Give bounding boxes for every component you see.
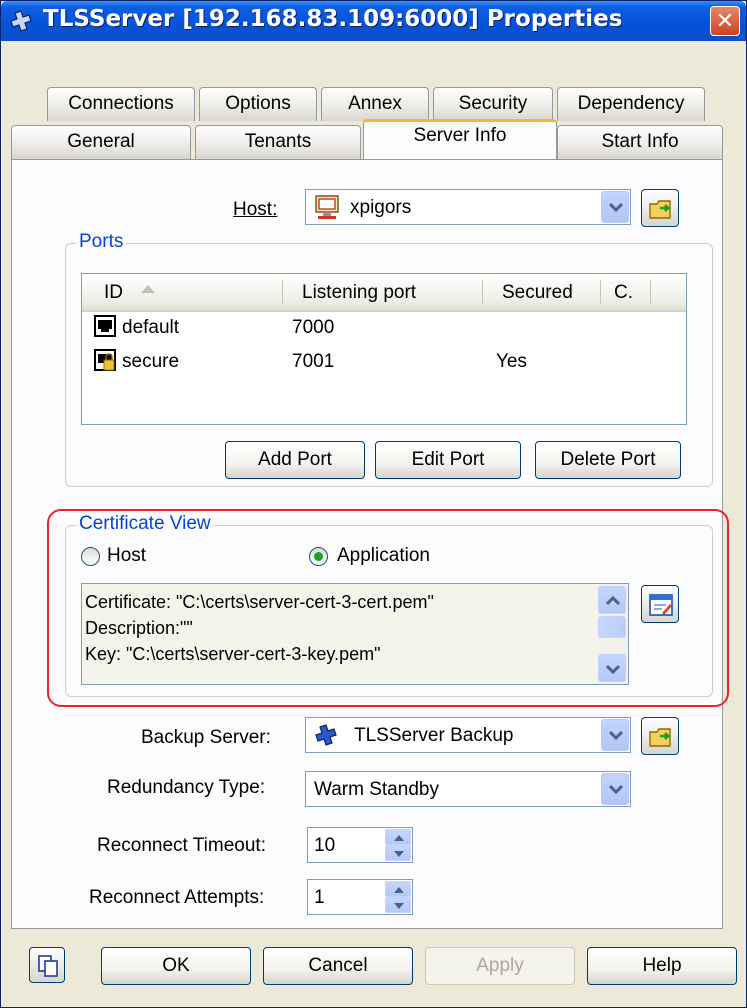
reconnect-attempts-spinner[interactable]: 1 <box>307 879 413 915</box>
port-icon <box>94 315 116 337</box>
redundancy-type-dropdown-button[interactable] <box>601 773 629 805</box>
tab-options[interactable]: Options <box>199 87 317 121</box>
port-number: 7000 <box>292 317 335 338</box>
reconnect-attempts-label: Reconnect Attempts: <box>89 887 265 908</box>
certificate-view-title: Certificate View <box>76 513 214 535</box>
tab-security[interactable]: Security <box>433 87 553 121</box>
folder-icon <box>649 200 672 219</box>
host-browse-button[interactable] <box>641 189 679 227</box>
tab-start-info[interactable]: Start Info <box>557 125 723 159</box>
tab-dependency[interactable]: Dependency <box>557 87 705 121</box>
redundancy-type-label: Redundancy Type: <box>107 777 266 798</box>
port-id: secure <box>122 351 180 372</box>
tab-general[interactable]: General <box>11 125 191 159</box>
host-icon <box>315 195 339 219</box>
reconnect-timeout-spinner[interactable]: 10 <box>307 827 413 863</box>
backup-server-browse-button[interactable] <box>641 717 679 755</box>
column-c[interactable]: C. <box>614 282 633 304</box>
reconnect-attempts-value: 1 <box>314 887 325 908</box>
add-port-button[interactable]: Add Port <box>225 441 365 479</box>
radio-application[interactable] <box>309 547 328 566</box>
close-button[interactable]: ✕ <box>710 6 740 36</box>
edit-port-button[interactable]: Edit Port <box>375 441 521 479</box>
copy-button[interactable] <box>29 947 65 983</box>
reconnect-timeout-increment[interactable] <box>385 829 411 845</box>
reconnect-timeout-value: 10 <box>314 835 336 856</box>
tab-connections[interactable]: Connections <box>47 87 195 121</box>
delete-port-button[interactable]: Delete Port <box>535 441 681 479</box>
backup-server-label: Backup Server: <box>141 727 271 748</box>
column-id[interactable]: ID <box>104 282 123 304</box>
secure-port-icon <box>94 349 116 371</box>
port-number: 7001 <box>292 351 335 372</box>
ports-group-title: Ports <box>76 231 127 253</box>
ports-list-header: ID Listening port Secured C. <box>82 274 686 312</box>
column-separator[interactable] <box>282 280 283 304</box>
certificate-path: Certificate: "C:\certs\server-cert-3-cer… <box>85 592 434 612</box>
host-label-text: Host: <box>233 199 278 220</box>
column-listening-port[interactable]: Listening port <box>302 282 416 304</box>
sort-up-icon <box>141 285 155 293</box>
radio-host[interactable] <box>81 547 100 566</box>
chevron-up-icon <box>394 835 404 841</box>
cancel-button[interactable]: Cancel <box>263 947 413 985</box>
scroll-thumb[interactable] <box>598 616 626 638</box>
host-select[interactable]: xpigors <box>305 189 631 225</box>
table-row[interactable]: secure 7001 Yes <box>82 346 686 380</box>
close-icon: ✕ <box>715 9 735 34</box>
tab-annex[interactable]: Annex <box>321 87 429 121</box>
certificate-scrollbar[interactable] <box>597 585 627 683</box>
redundancy-type-select[interactable]: Warm Standby <box>305 771 631 807</box>
chevron-down-icon <box>394 851 404 857</box>
chevron-down-icon <box>609 784 623 794</box>
host-label: Host: <box>233 199 277 221</box>
port-id: default <box>122 317 180 338</box>
backup-server-dropdown-button[interactable] <box>601 719 629 751</box>
backup-server-select[interactable]: TLSServer Backup <box>305 717 631 753</box>
chevron-down-icon <box>609 730 623 740</box>
edit-certificate-button[interactable] <box>641 585 679 623</box>
column-separator[interactable] <box>600 280 601 304</box>
chevron-down-icon <box>394 903 404 909</box>
help-button[interactable]: Help <box>587 947 737 985</box>
scroll-down-button[interactable] <box>598 654 626 682</box>
server-icon <box>10 10 32 32</box>
redundancy-type-value: Warm Standby <box>314 779 439 800</box>
port-secured: Yes <box>496 351 527 372</box>
properties-dialog: TLSServer [192.168.83.109:6000] Properti… <box>0 0 747 1008</box>
copy-icon <box>38 955 58 977</box>
chevron-up-icon <box>394 887 404 893</box>
window-title: TLSServer [192.168.83.109:6000] Properti… <box>43 6 623 32</box>
radio-host-label[interactable]: Host <box>107 545 146 567</box>
server-icon <box>315 724 337 746</box>
chevron-down-icon <box>609 202 623 212</box>
reconnect-timeout-label: Reconnect Timeout: <box>97 835 266 856</box>
host-value: xpigors <box>350 197 412 218</box>
reconnect-attempts-decrement[interactable] <box>385 897 411 913</box>
folder-icon <box>649 728 672 747</box>
certificate-description: Description:"" <box>85 618 193 638</box>
table-row[interactable]: default 7000 <box>82 312 686 346</box>
reconnect-attempts-increment[interactable] <box>385 881 411 897</box>
chevron-down-icon <box>606 664 620 674</box>
title-bar[interactable]: TLSServer [192.168.83.109:6000] Properti… <box>1 1 746 41</box>
reconnect-timeout-decrement[interactable] <box>385 845 411 861</box>
certificate-details-text[interactable]: Certificate: "C:\certs\server-cert-3-cer… <box>81 583 629 685</box>
tab-tenants[interactable]: Tenants <box>195 125 361 159</box>
column-separator[interactable] <box>650 280 651 304</box>
edit-certificate-icon <box>649 594 673 616</box>
apply-button: Apply <box>425 947 575 985</box>
ok-button[interactable]: OK <box>101 947 251 985</box>
chevron-up-icon <box>606 596 620 606</box>
radio-application-label[interactable]: Application <box>337 545 430 567</box>
backup-server-value: TLSServer Backup <box>354 725 514 746</box>
tab-server-info[interactable]: Server Info <box>363 119 557 159</box>
column-separator[interactable] <box>482 280 483 304</box>
certificate-key: Key: "C:\certs\server-cert-3-key.pem" <box>85 644 381 664</box>
scroll-up-button[interactable] <box>598 586 626 614</box>
ports-list[interactable]: ID Listening port Secured C. default 700… <box>81 273 687 425</box>
host-dropdown-button[interactable] <box>601 191 629 223</box>
column-secured[interactable]: Secured <box>502 282 573 304</box>
